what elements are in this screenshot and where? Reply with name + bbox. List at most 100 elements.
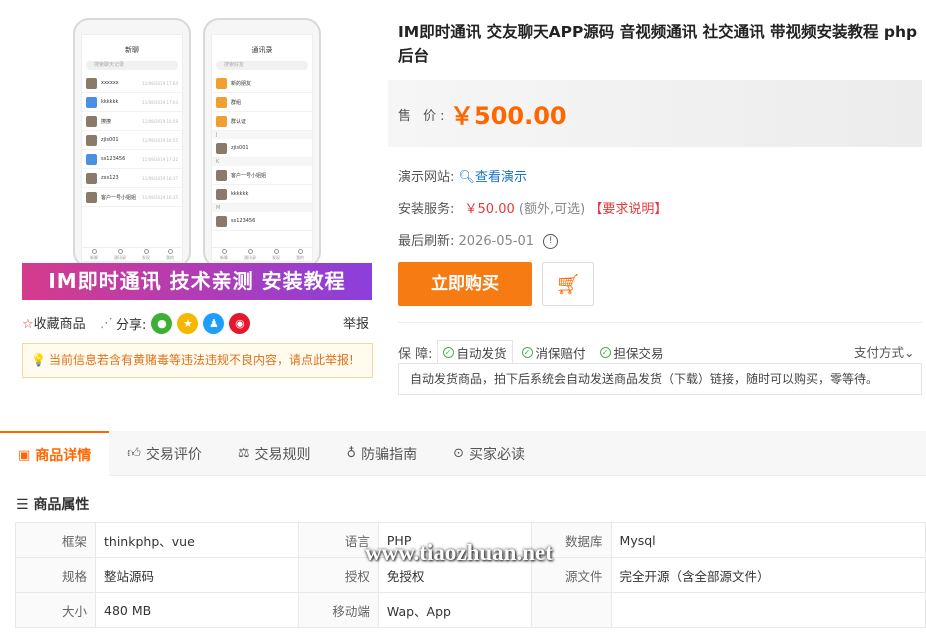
chat-name: zxs123 — [101, 175, 119, 181]
guarantee-tab-escrow[interactable]: ✓ 担保交易 — [595, 340, 669, 364]
nav-icon — [297, 248, 303, 254]
product-title: IM即时通讯 交友聊天APP源码 音视频通讯 社交通讯 带视频安装教程 php后… — [398, 23, 918, 65]
chat-time: 11/09/2019 17:22 — [142, 156, 178, 162]
contact-row: zjis001 — [212, 139, 312, 158]
install-requirements-link[interactable]: 【要求说明】 — [589, 202, 667, 217]
chat-row: ss123456 11/09/2019 17:22 — [82, 150, 182, 169]
contact-menu-item: 群认证 — [212, 112, 312, 131]
nav-icon — [247, 248, 253, 254]
nav-item: 我的 — [166, 248, 174, 261]
chat-row: 撩撩 11/09/2019 16:59 — [82, 112, 182, 131]
chat-row: xxxxxx 11/09/2019 17:04 — [82, 74, 182, 93]
install-label: 安装服务: — [398, 202, 455, 217]
chat-row: zxs123 11/09/2019 16:37 — [82, 169, 182, 188]
menu-label: 群组 — [231, 99, 242, 106]
cart-button[interactable]: 🛒︎ — [542, 262, 594, 306]
attributes-table: 框架 thinkphp、vue 语言 PHP 数据库 Mysql 规格 整站源码 授权 免授权 源文… — [15, 522, 926, 628]
nav-icon — [273, 248, 279, 254]
phone-title: 新聊 — [125, 46, 139, 54]
contact-name: 客户一号小姐姐 — [231, 172, 267, 179]
tab-product-details[interactable]: ▣ 商品详情 — [0, 431, 110, 477]
guarantee-label: 保 障: — [398, 346, 433, 362]
report-link[interactable]: 举报 — [343, 313, 369, 332]
buy-now-button[interactable]: 立即购买 — [398, 262, 532, 306]
check-icon: ✓ — [599, 346, 611, 358]
nav-item: 通讯录 — [244, 248, 256, 261]
nav-label: 通讯录 — [114, 254, 126, 260]
list-search-icon: ☰ — [16, 497, 29, 513]
section-letter: K — [212, 158, 312, 166]
favorite-button[interactable]: ☆收藏商品 — [22, 313, 86, 332]
guarantee-tab-compensation[interactable]: ✓ 消保赔付 — [517, 340, 591, 364]
menu-label: 新的朋友 — [231, 80, 252, 87]
attribute-key — [530, 592, 612, 628]
attribute-key: 框架 — [15, 522, 96, 558]
contact-name: ss123456 — [231, 218, 256, 224]
chat-name: ss123456 — [101, 156, 126, 162]
nav-label: 通讯录 — [244, 254, 256, 260]
compass-icon: ⊙ — [453, 446, 464, 461]
contact-row: kkkkkk — [212, 185, 312, 204]
divider — [398, 322, 922, 323]
guarantee-tab-auto-delivery[interactable]: ✓ 自动发货 — [436, 340, 513, 364]
nav-item: 发现 — [142, 248, 150, 261]
nav-item: 发现 — [272, 248, 280, 261]
tab-reviews[interactable]: 👍︎ 交易评价 — [109, 431, 220, 476]
wechat-icon[interactable]: ● — [151, 313, 173, 334]
chat-name: kkkkkk — [101, 99, 119, 105]
avatar — [86, 191, 97, 203]
report-warning[interactable]: 💡 当前信息若含有黄赌毒等违法违规不良内容，请点此举报! — [22, 343, 373, 378]
avatar — [86, 134, 97, 146]
attribute-value — [610, 592, 926, 628]
price-value: ￥500.00 — [450, 102, 567, 130]
chat-time: 11/09/2019 16:55 — [142, 137, 178, 143]
attribute-key: 大小 — [15, 592, 96, 628]
chat-name: 撩撩 — [101, 118, 112, 125]
qzone-icon[interactable]: ★ — [177, 313, 199, 334]
chevron-down-icon: ⌄ — [904, 345, 915, 360]
chat-time: 11/09/2019 16:59 — [142, 118, 178, 124]
menu-label: 群认证 — [231, 118, 247, 125]
box-icon: ▣ — [18, 447, 31, 463]
weibo-icon[interactable]: ◉ — [229, 313, 251, 334]
chat-name: 客户一号小姐姐 — [101, 194, 137, 201]
install-price: ￥50.00 — [464, 202, 515, 217]
attribute-key: 移动端 — [297, 592, 379, 628]
attribute-value: 480 MB — [95, 592, 299, 628]
tab-rules[interactable]: ⚖ 交易规则 — [220, 431, 329, 476]
attributes-heading: ☰ 商品属性 — [16, 497, 90, 513]
attribute-value: thinkphp、vue — [95, 522, 299, 558]
phone-title: 通讯录 — [251, 46, 273, 54]
nav-icon — [91, 248, 97, 254]
menu-icon — [216, 115, 227, 127]
phone-search: 搜索聊天记录 — [86, 61, 178, 70]
qq-icon[interactable]: ♟ — [203, 313, 225, 334]
tab-buyer-notice[interactable]: ⊙ 买家必读 — [435, 431, 543, 476]
contact-name: zjis001 — [231, 145, 249, 151]
nav-label: 新聊 — [90, 254, 98, 260]
nav-label: 我的 — [296, 254, 304, 260]
nav-label: 发现 — [142, 254, 150, 260]
contact-row: ss123456 — [212, 212, 312, 231]
nav-label: 发现 — [272, 254, 280, 260]
chat-time: 11/09/2019 17:03 — [142, 99, 178, 105]
product-gallery[interactable]: 新聊 搜索聊天记录 xxxxxx 11/09/2019 17:04 kkkkkk 11… — [22, 8, 372, 300]
install-note: (额外,可选) — [518, 202, 586, 217]
attribute-value: 完全开源（含全部源文件） — [610, 557, 926, 593]
avatar — [86, 115, 97, 127]
scale-icon: ⚖ — [237, 446, 250, 461]
phone-search: 搜索好友 — [216, 61, 308, 70]
contact-menu-item: 新的朋友 — [212, 74, 312, 93]
payment-method-dropdown[interactable]: 支付方式⌄ — [854, 342, 915, 361]
guarantee-row: 保 障: ✓ 自动发货 ✓ 消保赔付 ✓ 担保交易 — [398, 340, 669, 364]
chat-name: xxxxxx — [101, 80, 119, 86]
avatar — [216, 169, 227, 181]
nav-label: 我的 — [166, 254, 174, 260]
demo-link[interactable]: 🔍︎查看演示 — [459, 170, 528, 185]
nav-icon — [117, 248, 123, 254]
clock-icon: ! — [543, 234, 559, 249]
price-label: 售 价: — [398, 109, 449, 124]
tab-anti-fraud[interactable]: ♁ 防骗指南 — [329, 431, 436, 476]
install-row: 安装服务: ￥50.00 (额外,可选) 【要求说明】 — [398, 198, 667, 217]
nav-icon — [167, 248, 173, 254]
